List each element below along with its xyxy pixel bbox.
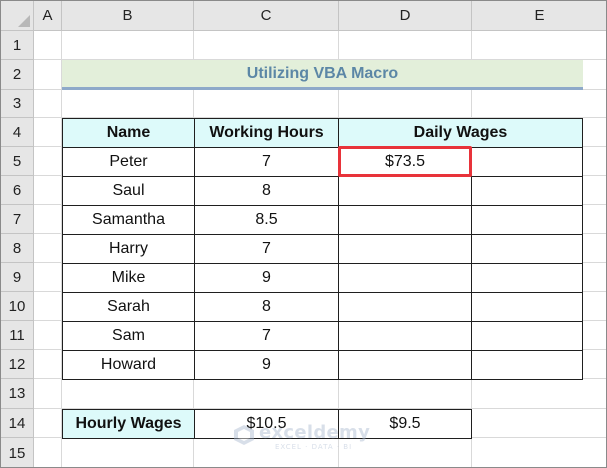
row-header-14[interactable]: 14 [1,409,34,438]
cell-daily-wage[interactable] [338,263,472,293]
cell-daily-wage[interactable] [338,205,472,235]
row-header-4[interactable]: 4 [1,118,34,147]
column-header-e[interactable]: E [472,1,606,31]
cell-name[interactable]: Sam [62,321,195,351]
cell-name[interactable]: Peter [62,147,195,177]
row-header-13[interactable]: 13 [1,379,34,409]
cell-name[interactable]: Mike [62,263,195,293]
watermark-tagline: EXCEL · DATA · BI [275,443,353,451]
cell-hours[interactable]: 7 [194,321,339,351]
cell-hours[interactable]: 8 [194,292,339,322]
cell-name[interactable]: Sarah [62,292,195,322]
exceldemy-logo-icon [234,425,254,445]
cell-name[interactable]: Harry [62,234,195,264]
row-header-6[interactable]: 6 [1,176,34,205]
cell-extra[interactable] [471,147,583,177]
row-header-15[interactable]: 15 [1,438,34,467]
row-header-12[interactable]: 12 [1,350,34,379]
cell-extra[interactable] [471,263,583,293]
cell-hours[interactable]: 8 [194,176,339,206]
cell-hours[interactable]: 9 [194,263,339,293]
header-name[interactable]: Name [62,118,195,148]
spreadsheet-window: A B C D E 1 2 3 4 5 6 7 8 9 10 11 12 13 … [0,0,607,468]
select-all-corner[interactable] [1,1,34,31]
hourly-wages-label[interactable]: Hourly Wages [62,409,195,439]
cell-extra[interactable] [471,176,583,206]
cell-name[interactable]: Saul [62,176,195,206]
title-banner[interactable]: Utilizing VBA Macro [62,60,583,90]
cell-extra[interactable] [471,234,583,264]
row-header-1[interactable]: 1 [1,31,34,60]
row-header-5[interactable]: 5 [1,147,34,176]
cell-hours[interactable]: 7 [194,147,339,177]
select-all-triangle-icon [18,15,30,27]
column-header-b[interactable]: B [62,1,194,31]
cell-hours[interactable]: 8.5 [194,205,339,235]
sheet-title: Utilizing VBA Macro [246,65,399,82]
watermark-logo: exceldemy EXCEL · DATA · BI [233,420,383,454]
cell-name[interactable]: Samantha [62,205,195,235]
cell-extra[interactable] [471,292,583,322]
cell-daily-wage[interactable] [338,350,472,380]
row-header-7[interactable]: 7 [1,205,34,234]
column-header-c[interactable]: C [194,1,339,31]
cell-daily-wage[interactable] [338,176,472,206]
header-daily-wages[interactable]: Daily Wages [338,118,583,148]
cell-daily-wage[interactable] [338,292,472,322]
watermark-name: exceldemy [259,422,371,443]
cell-daily-wage[interactable] [338,234,472,264]
cell-hours[interactable]: 9 [194,350,339,380]
active-cell-highlight [338,146,472,177]
column-header-d[interactable]: D [339,1,472,31]
cell-extra[interactable] [471,350,583,380]
cell-extra[interactable] [471,321,583,351]
cell-extra[interactable] [471,205,583,235]
row-header-2[interactable]: 2 [1,60,34,90]
row-header-3[interactable]: 3 [1,90,34,118]
cell-daily-wage[interactable] [338,321,472,351]
row-header-9[interactable]: 9 [1,263,34,292]
row-header-10[interactable]: 10 [1,292,34,321]
column-header-a[interactable]: A [34,1,62,31]
row-header-8[interactable]: 8 [1,234,34,263]
cell-hours[interactable]: 7 [194,234,339,264]
cell-name[interactable]: Howard [62,350,195,380]
row-header-11[interactable]: 11 [1,321,34,350]
header-working-hours[interactable]: Working Hours [194,118,339,148]
